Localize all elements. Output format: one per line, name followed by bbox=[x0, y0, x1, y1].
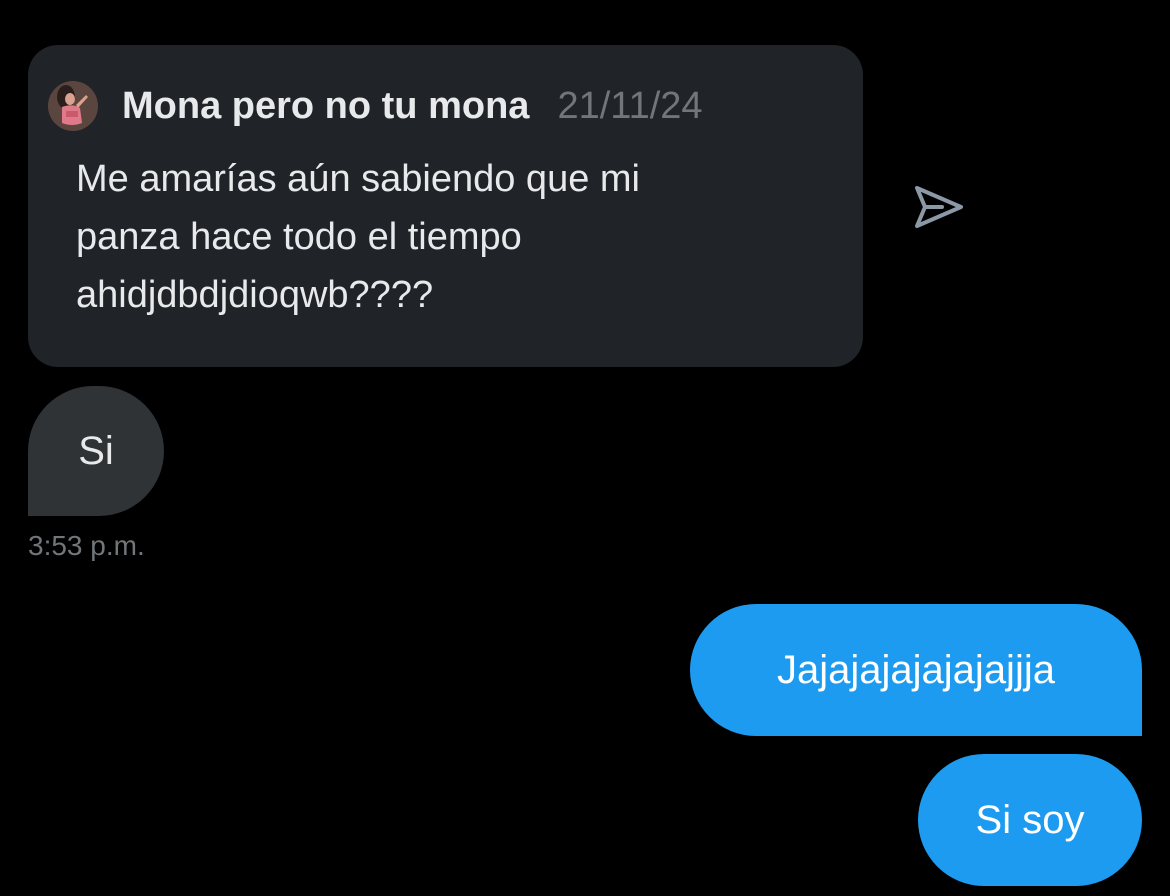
message-text: Jajajajajajajajjja bbox=[777, 647, 1055, 692]
quoted-message-header: Mona pero no tu mona 21/11/24 bbox=[48, 80, 703, 132]
sent-message-bubble[interactable]: Si soy bbox=[918, 754, 1142, 886]
profile-photo-icon bbox=[48, 81, 98, 131]
message-text: Si bbox=[78, 428, 114, 473]
quoted-text-line: Me amarías aún sabiendo que mi bbox=[76, 158, 640, 200]
author-name[interactable]: Mona pero no tu mona bbox=[122, 85, 529, 128]
quoted-text-line: ahidjdbdjdioqwb???? bbox=[76, 274, 434, 316]
message-text: Si soy bbox=[975, 797, 1085, 842]
received-message-bubble[interactable]: Si bbox=[28, 386, 164, 516]
sent-message-bubble[interactable]: Jajajajajajajajjja bbox=[690, 604, 1142, 736]
quoted-text-line: panza hace todo el tiempo bbox=[76, 216, 522, 258]
quoted-message-text: Me amarías aún sabiendo que mi panza hac… bbox=[76, 150, 836, 324]
message-timestamp: 3:53 p.m. bbox=[28, 530, 145, 561]
send-arrow-icon[interactable] bbox=[912, 184, 966, 230]
quote-date: 21/11/24 bbox=[557, 84, 703, 127]
avatar[interactable] bbox=[48, 81, 98, 131]
